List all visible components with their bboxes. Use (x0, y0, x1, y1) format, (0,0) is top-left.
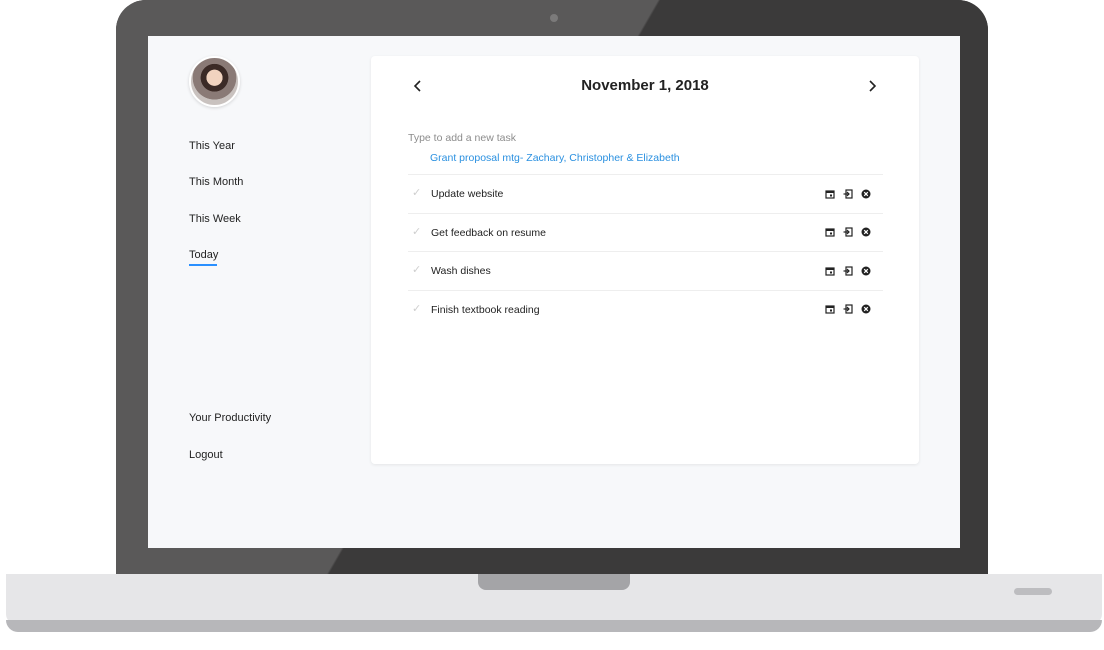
check-icon[interactable]: ✓ (412, 186, 421, 199)
sidebar-item-label: Your Productivity (189, 412, 272, 424)
sidebar-item-label: This Year (189, 140, 235, 152)
sidebar-item-today[interactable]: Today (189, 249, 219, 266)
calendar-icon[interactable] (824, 188, 835, 199)
sidebar: This Year This Month This Week Today You… (148, 36, 368, 548)
delete-icon[interactable] (860, 265, 871, 276)
task-label: Finish textbook reading (431, 303, 540, 316)
check-icon[interactable]: ✓ (412, 263, 421, 276)
move-icon[interactable] (842, 304, 853, 315)
calendar-icon[interactable] (824, 265, 835, 276)
delete-icon[interactable] (860, 188, 871, 199)
calendar-icon[interactable] (824, 304, 835, 315)
check-icon[interactable]: ✓ (412, 302, 421, 315)
camera-dot (550, 14, 558, 22)
task-actions (824, 304, 871, 315)
task-label: Wash dishes (431, 265, 491, 277)
sidebar-item-label: Today (189, 249, 219, 261)
list-item[interactable]: ✓ Get feedback on resume (408, 212, 883, 252)
avatar[interactable] (189, 56, 240, 107)
laptop-indicator-light (1014, 588, 1052, 595)
list-item[interactable]: ✓ Update website (408, 174, 883, 213)
sidebar-item-this-month[interactable]: This Month (189, 176, 243, 188)
task-suggestion[interactable]: Grant proposal mtg- Zachary, Christopher… (430, 152, 680, 164)
task-actions (824, 265, 871, 276)
sidebar-item-label: This Week (189, 213, 241, 225)
task-actions (824, 227, 871, 238)
check-icon[interactable]: ✓ (412, 225, 421, 238)
new-task-input[interactable] (408, 130, 878, 146)
sidebar-item-this-week[interactable]: This Week (189, 213, 241, 225)
sidebar-item-this-year[interactable]: This Year (189, 140, 235, 152)
sidebar-item-your-productivity[interactable]: Your Productivity (189, 412, 271, 424)
task-actions (824, 188, 871, 199)
list-item[interactable]: ✓ Finish textbook reading (408, 289, 883, 329)
move-icon[interactable] (842, 227, 853, 238)
task-label: Update website (431, 188, 504, 200)
chevron-right-icon (869, 80, 877, 92)
delete-icon[interactable] (860, 304, 871, 315)
move-icon[interactable] (842, 265, 853, 276)
laptop-base-edge (6, 620, 1102, 632)
day-card: November 1, 2018 Grant proposal mtg- Zac… (371, 56, 919, 464)
sidebar-item-label: Logout (189, 449, 223, 461)
laptop-notch (478, 574, 630, 590)
logout-link[interactable]: Logout (189, 449, 223, 461)
task-label: Get feedback on resume (431, 226, 546, 239)
delete-icon[interactable] (860, 227, 871, 238)
page-title: November 1, 2018 (581, 77, 709, 94)
list-item[interactable]: ✓ Wash dishes (408, 251, 883, 290)
calendar-icon[interactable] (824, 227, 835, 238)
app-screen: This Year This Month This Week Today You… (148, 36, 960, 548)
next-day-button[interactable] (862, 76, 882, 96)
sidebar-item-label: This Month (189, 176, 244, 188)
laptop-mockup: This Year This Month This Week Today You… (0, 0, 1104, 650)
task-list: ✓ Update website ✓ Get feedback on resum… (408, 174, 883, 328)
move-icon[interactable] (842, 188, 853, 199)
